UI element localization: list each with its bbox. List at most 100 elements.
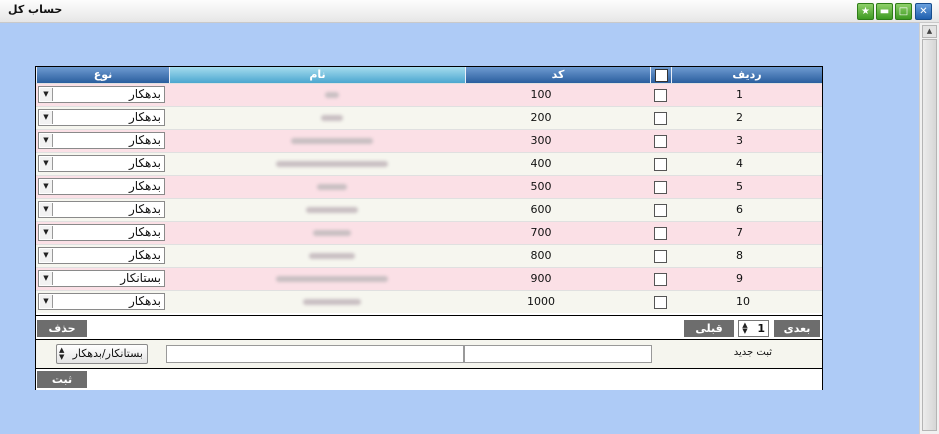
row-number: 10 [736, 295, 750, 308]
row-code: 300 [530, 134, 552, 147]
dropdown-arrow-icon[interactable]: ▼ [40, 180, 53, 193]
row-type-select[interactable]: ▼ بدهکار [38, 247, 165, 264]
table-row[interactable]: ▼ بدهکار 500 5 [36, 175, 822, 198]
row-checkbox[interactable] [654, 89, 667, 102]
row-checkbox[interactable] [654, 273, 667, 286]
row-number: 1 [736, 88, 743, 101]
row-number: 6 [736, 203, 743, 216]
dropdown-arrow-icon[interactable]: ▼ [40, 203, 53, 216]
row-type-select[interactable]: ▼ بدهکار [38, 86, 165, 103]
row-type-value: بدهکار [128, 110, 161, 124]
row-code: 800 [530, 249, 552, 262]
table-row[interactable]: ▼ بدهکار 600 6 [36, 198, 822, 221]
row-code: 600 [530, 203, 552, 216]
table-row[interactable]: ▼ بستانکار 900 9 [36, 267, 822, 290]
row-type-select[interactable]: ▼ بدهکار [38, 132, 165, 149]
page-number: 1 [757, 322, 765, 335]
row-checkbox[interactable] [654, 204, 667, 217]
dropdown-arrow-icon[interactable]: ▼ [40, 88, 53, 101]
row-checkbox[interactable] [654, 112, 667, 125]
row-type-select[interactable]: ▼ بدهکار [38, 201, 165, 218]
spinner-icon[interactable]: ▲ ▼ [740, 322, 750, 335]
table-row[interactable]: ▼ بدهکار 700 7 [36, 221, 822, 244]
row-type-value: بدهکار [128, 202, 161, 216]
row-code: 700 [530, 226, 552, 239]
maximize-icon[interactable]: □ [895, 3, 912, 20]
row-checkbox[interactable] [654, 135, 667, 148]
row-code: 900 [530, 272, 552, 285]
dropdown-arrow-icon[interactable]: ▼ [40, 111, 53, 124]
pin-icon[interactable]: ★ [857, 3, 874, 20]
row-name-redacted [276, 276, 388, 282]
window-title: حساب کل [8, 3, 63, 16]
scroll-up-icon[interactable]: ▲ [922, 25, 937, 38]
row-number: 5 [736, 180, 743, 193]
pager-bar: حذف قبلی ▲ ▼ 1 بعدی [36, 315, 822, 340]
row-checkbox[interactable] [654, 181, 667, 194]
row-type-value: بدهکار [128, 225, 161, 239]
new-type-select[interactable]: ▲ ▼ بستانکار/بدهکار [56, 344, 148, 364]
minimize-icon[interactable]: ▬ [876, 3, 893, 20]
dropdown-arrow-icon[interactable]: ▼ [40, 157, 53, 170]
row-type-value: بدهکار [128, 87, 161, 101]
table-row[interactable]: ▼ بدهکار 400 4 [36, 152, 822, 175]
row-name-redacted [291, 138, 373, 144]
row-code: 200 [530, 111, 552, 124]
row-type-select[interactable]: ▼ بدهکار [38, 155, 165, 172]
row-number: 8 [736, 249, 743, 262]
dropdown-arrow-icon[interactable]: ▼ [40, 134, 53, 147]
column-header-row[interactable]: ردیف [671, 67, 822, 83]
row-name-redacted [325, 92, 339, 98]
table-row[interactable]: ▼ بدهکار 100 1 [36, 83, 822, 106]
row-checkbox[interactable] [654, 227, 667, 240]
row-code: 500 [530, 180, 552, 193]
row-type-select[interactable]: ▼ بستانکار [38, 270, 165, 287]
dropdown-arrow-icon[interactable]: ▼ [40, 226, 53, 239]
row-type-value: بدهکار [128, 248, 161, 262]
table-row[interactable]: ▼ بدهکار 300 3 [36, 129, 822, 152]
dropdown-arrow-icon[interactable]: ▼ [40, 295, 53, 308]
scroll-thumb[interactable] [922, 39, 937, 431]
table-row[interactable]: ▼ بدهکار 1000 10 [36, 290, 822, 313]
row-type-value: بدهکار [128, 133, 161, 147]
vertical-scrollbar[interactable]: ▲ [919, 23, 939, 434]
row-number: 4 [736, 157, 743, 170]
column-header-code[interactable]: کد [465, 67, 650, 83]
row-number: 3 [736, 134, 743, 147]
row-name-redacted [309, 253, 355, 259]
page-selector[interactable]: ▲ ▼ 1 [738, 320, 769, 337]
column-header-type[interactable]: نوع [36, 67, 169, 83]
row-number: 9 [736, 272, 743, 285]
prev-page-button[interactable]: قبلی [684, 320, 734, 337]
select-all-checkbox[interactable] [655, 69, 668, 82]
delete-button[interactable]: حذف [37, 320, 87, 337]
row-type-select[interactable]: ▼ بدهکار [38, 109, 165, 126]
row-code: 100 [530, 88, 552, 101]
row-checkbox[interactable] [654, 296, 667, 309]
dropdown-arrow-icon[interactable]: ▼ [40, 249, 53, 262]
table-row[interactable]: ▼ بدهکار 200 2 [36, 106, 822, 129]
row-name-redacted [306, 207, 358, 213]
row-name-redacted [321, 115, 343, 121]
accounts-panel: نوع نام کد ردیف ▼ بدهکار 100 1 ▼ بدهکار 200 2 ▼ ب… [35, 66, 823, 390]
new-name-input[interactable] [166, 345, 464, 363]
row-name-redacted [317, 184, 347, 190]
row-type-value: بدهکار [128, 156, 161, 170]
new-entry-row: ▲ ▼ بستانکار/بدهکار ثبت جدید [36, 339, 822, 369]
row-code: 400 [530, 157, 552, 170]
close-icon[interactable]: ✕ [915, 3, 932, 20]
row-type-select[interactable]: ▼ بدهکار [38, 178, 165, 195]
table-row[interactable]: ▼ بدهکار 800 8 [36, 244, 822, 267]
window-titlebar: حساب کل ★ ▬ □ ✕ [0, 0, 939, 23]
submit-bar: ثبت [36, 368, 822, 390]
row-type-select[interactable]: ▼ بدهکار [38, 224, 165, 241]
spinner-icon: ▲ ▼ [59, 346, 65, 361]
next-page-button[interactable]: بعدی [774, 320, 820, 337]
row-checkbox[interactable] [654, 158, 667, 171]
column-header-name[interactable]: نام [169, 67, 465, 83]
submit-button[interactable]: ثبت [37, 371, 87, 388]
row-type-select[interactable]: ▼ بدهکار [38, 293, 165, 310]
row-checkbox[interactable] [654, 250, 667, 263]
new-code-input[interactable] [464, 345, 652, 363]
dropdown-arrow-icon[interactable]: ▼ [40, 272, 53, 285]
